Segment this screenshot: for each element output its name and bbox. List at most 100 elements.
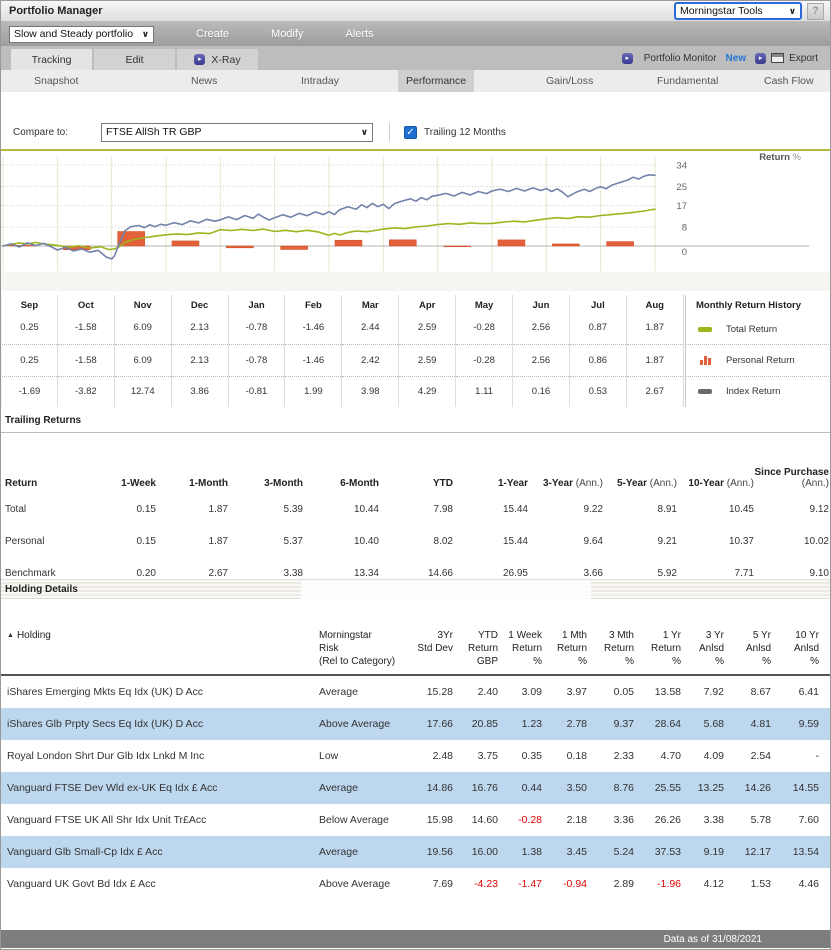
chart-canvas: Return %34251780	[1, 149, 831, 293]
subtab-news[interactable]: News	[183, 70, 225, 92]
holding-value: 5.24	[587, 836, 634, 868]
holdings-table-header: ▲HoldingMorningstar Risk (Rel to Categor…	[1, 629, 831, 676]
monthly-return-value: -0.78	[229, 345, 285, 377]
holding-value: -1.96	[634, 868, 681, 900]
month-column-jul: Jul0.870.860.53	[570, 295, 627, 407]
holding-name[interactable]: Royal London Shrt Dur Glb Idx Lnkd M Inc	[1, 740, 319, 772]
holdings-col-header[interactable]: Morningstar Risk (Rel to Category)	[319, 629, 403, 674]
trailing-value: 7.98	[379, 491, 453, 523]
subtab-cash-flow[interactable]: Cash Flow	[756, 70, 822, 92]
portfolio-select-value: Slow and Steady portfolio	[14, 28, 133, 40]
month-label: Dec	[172, 295, 228, 315]
holdings-col-header[interactable]: 1 Mth Return %	[542, 629, 587, 674]
morningstar-risk: Low	[319, 740, 403, 772]
monthly-return-value: -1.58	[58, 315, 114, 345]
export-link[interactable]: Export	[789, 53, 818, 64]
holdings-col-header[interactable]: ▲Holding	[1, 629, 319, 674]
help-button[interactable]: ?	[807, 3, 824, 20]
holding-name[interactable]: Vanguard FTSE Dev Wld ex-UK Eq Idx £ Acc	[1, 772, 319, 804]
monthly-return-value: 1.99	[285, 377, 341, 405]
monthly-return-value: -1.46	[285, 315, 341, 345]
holding-row[interactable]: Vanguard Glb Small-Cp Idx £ AccAverage19…	[1, 836, 831, 868]
holding-name[interactable]: Vanguard Glb Small-Cp Idx £ Acc	[1, 836, 319, 868]
monthly-return-value: -3.82	[58, 377, 114, 405]
holdings-col-header[interactable]: YTD Return GBP	[453, 629, 498, 674]
morningstar-risk: Below Average	[319, 804, 403, 836]
portfolio-select[interactable]: Slow and Steady portfolio ∨	[9, 26, 154, 43]
holdings-col-header[interactable]: 1 Yr Return %	[634, 629, 681, 674]
holding-value: 17.66	[403, 708, 453, 740]
monthly-return-value: 0.53	[570, 377, 626, 405]
morningstar-risk: Above Average	[319, 868, 403, 900]
tab-xray[interactable]: ▸ X-Ray	[177, 49, 258, 70]
subtab-fundamental[interactable]: Fundamental	[649, 70, 726, 92]
trailing-col-header: 6-Month	[303, 478, 379, 491]
holding-value: 15.28	[403, 676, 453, 708]
holdings-col-header[interactable]: 1 Week Return %	[498, 629, 542, 674]
holding-name[interactable]: iShares Emerging Mkts Eq Idx (UK) D Acc	[1, 676, 319, 708]
portfolio-monitor-link[interactable]: Portfolio Monitor	[644, 53, 717, 64]
tab-tracking[interactable]: Tracking	[11, 49, 92, 70]
portfolio-monitor-arrow-icon: ▸	[622, 53, 633, 64]
tab-edit[interactable]: Edit	[94, 49, 175, 70]
menu-item-modify[interactable]: Modify	[271, 28, 303, 40]
holding-value: -	[771, 740, 819, 772]
holding-name[interactable]: iShares Glb Prpty Secs Eq Idx (UK) D Acc	[1, 708, 319, 740]
holding-row[interactable]: iShares Emerging Mkts Eq Idx (UK) D AccA…	[1, 676, 831, 708]
menu-item-create[interactable]: Create	[196, 28, 229, 40]
main-tab-bar: Tracking Edit ▸ X-Ray ▸ Portfolio Monito…	[1, 46, 830, 70]
title-bar: Portfolio Manager Morningstar Tools ∨ ?	[1, 1, 830, 22]
holding-row[interactable]: iShares Glb Prpty Secs Eq Idx (UK) D Acc…	[1, 708, 831, 740]
holding-value: 8.67	[724, 676, 771, 708]
trailing-value: 0.15	[84, 523, 156, 555]
holdings-col-header[interactable]: 10 Yr Anlsd %	[771, 629, 819, 674]
trailing-12-months-checkbox[interactable]: ✓	[404, 126, 417, 139]
export-icon[interactable]	[771, 53, 784, 63]
subtab-gain-loss[interactable]: Gain/Loss	[538, 70, 601, 92]
month-column-jun: Jun2.562.560.16	[513, 295, 570, 407]
holding-value: 14.26	[724, 772, 771, 804]
subtab-snapshot[interactable]: Snapshot	[26, 70, 86, 92]
holding-value: 9.19	[681, 836, 724, 868]
subtab-intraday[interactable]: Intraday	[293, 70, 347, 92]
holding-value: 8.76	[587, 772, 634, 804]
month-column-sep: Sep0.250.25-1.69	[1, 295, 58, 407]
trailing-value: 10.37	[677, 523, 754, 555]
trailing-returns-title: Trailing Returns	[1, 411, 831, 432]
morningstar-risk: Average	[319, 836, 403, 868]
holding-value: 2.33	[587, 740, 634, 772]
holding-row[interactable]: Royal London Shrt Dur Glb Idx Lnkd M Inc…	[1, 740, 831, 772]
holding-value: 2.48	[403, 740, 453, 772]
holding-value: 0.18	[542, 740, 587, 772]
trailing-returns-body: Total0.151.875.3910.447.9815.449.228.911…	[1, 491, 831, 587]
holdings-col-header[interactable]: 3 Mth Return %	[587, 629, 634, 674]
holding-value: 0.44	[498, 772, 542, 804]
holdings-col-header[interactable]: 3Yr Std Dev	[403, 629, 453, 674]
holding-row[interactable]: Vanguard FTSE Dev Wld ex-UK Eq Idx £ Acc…	[1, 772, 831, 804]
benchmark-select-value: FTSE AllSh TR GBP	[106, 126, 202, 138]
holding-value: 2.40	[453, 676, 498, 708]
subtab-performance[interactable]: Performance	[398, 70, 474, 92]
holding-name[interactable]: Vanguard UK Govt Bd Idx £ Acc	[1, 868, 319, 900]
morningstar-tools-select[interactable]: Morningstar Tools ∨	[674, 2, 802, 20]
trailing-col-header: YTD	[379, 478, 453, 491]
holding-row[interactable]: Vanguard FTSE UK All Shr Idx Unit Tr£Acc…	[1, 804, 831, 836]
holdings-col-header[interactable]: 5 Yr Anlsd %	[724, 629, 771, 674]
month-label: Nov	[115, 295, 171, 315]
monthly-return-value: -0.78	[229, 315, 285, 345]
menu-bar: Slow and Steady portfolio ∨ Create Modif…	[1, 22, 830, 46]
holding-value: 3.09	[498, 676, 542, 708]
monthly-return-value: 0.25	[2, 345, 57, 377]
holding-value: -0.28	[498, 804, 542, 836]
holding-value: 13.54	[771, 836, 819, 868]
holding-row[interactable]: Vanguard UK Govt Bd Idx £ AccAbove Avera…	[1, 868, 831, 900]
chevron-down-icon: ∨	[142, 29, 149, 40]
menu-item-alerts[interactable]: Alerts	[345, 28, 373, 40]
benchmark-select[interactable]: FTSE AllSh TR GBP ∨	[101, 123, 373, 142]
holding-value: 0.35	[498, 740, 542, 772]
holdings-col-header[interactable]: 3 Yr Anlsd %	[681, 629, 724, 674]
trailing-value: 5.37	[228, 523, 303, 555]
monthly-return-value: 3.98	[342, 377, 398, 405]
xray-arrow-icon: ▸	[194, 54, 205, 65]
holding-name[interactable]: Vanguard FTSE UK All Shr Idx Unit Tr£Acc	[1, 804, 319, 836]
